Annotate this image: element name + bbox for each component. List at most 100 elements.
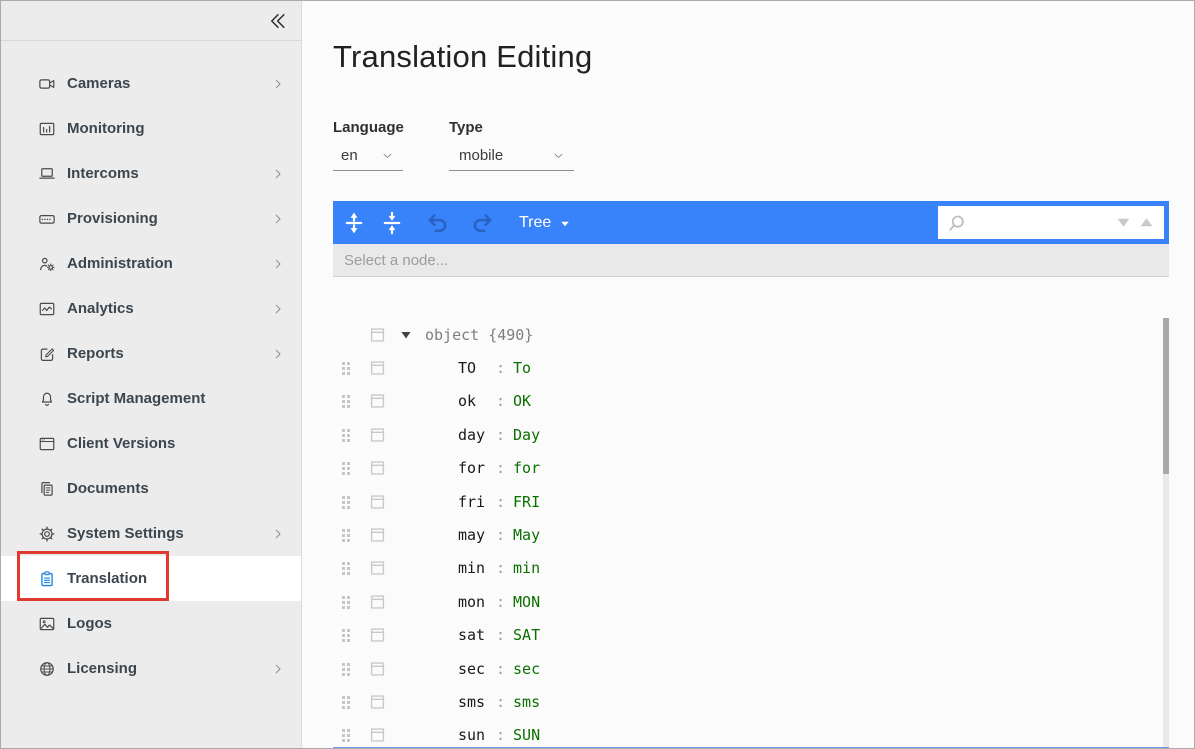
tree-key[interactable]: mon [458,593,494,611]
tree-row: may:May [333,518,1161,551]
context-menu-button[interactable] [370,628,385,643]
drag-handle-icon[interactable] [342,562,345,565]
laptop-icon [38,165,56,183]
chevron-right-icon [271,527,285,541]
sidebar-item-label: Translation [67,570,147,587]
tree-value[interactable]: sec [513,660,540,678]
tree-mode-dropdown[interactable]: Tree [519,201,571,244]
tree-key[interactable]: ok [458,392,494,410]
key-value-separator: : [496,660,505,678]
tree-value[interactable]: OK [513,392,531,410]
tree-key[interactable]: sat [458,626,494,644]
json-editor: Tree Select a node... [333,201,1169,277]
triangle-up-icon[interactable] [1138,214,1155,231]
tree-row: sun:SUN [333,719,1161,749]
context-menu-button[interactable] [370,494,385,509]
scrollbar-thumb[interactable] [1163,318,1169,474]
language-select[interactable]: en [333,141,403,171]
tree-value[interactable]: sms [513,693,540,711]
context-menu-button[interactable] [370,561,385,576]
sidebar-item-administration[interactable]: Administration [1,241,301,286]
tree-value[interactable]: SAT [513,626,540,644]
tree-key[interactable]: day [458,426,494,444]
context-menu-button[interactable] [370,427,385,442]
tree-value[interactable]: To [513,359,531,377]
triangle-down-icon[interactable] [1115,214,1132,231]
context-menu-button[interactable] [370,694,385,709]
sidebar-item-documents[interactable]: Documents [1,466,301,511]
chevron-right-icon [271,77,285,91]
sidebar-item-client-versions[interactable]: Client Versions [1,421,301,466]
context-menu-button[interactable] [370,594,385,609]
sidebar-item-script-management[interactable]: Script Management [1,376,301,421]
tree-value[interactable]: MON [513,593,540,611]
tree-key[interactable]: sec [458,660,494,678]
drag-handle-icon[interactable] [342,429,345,432]
tree-value[interactable]: for [513,459,540,477]
context-menu-button[interactable] [370,661,385,676]
sidebar-item-monitoring[interactable]: Monitoring [1,106,301,151]
tree-key[interactable]: fri [458,493,494,511]
key-value-separator: : [496,593,505,611]
tree-row: sec:sec [333,652,1161,685]
tree-key[interactable]: may [458,526,494,544]
redo-icon[interactable] [470,211,494,235]
tree-root-row: object{490} [333,318,1161,351]
drag-handle-icon[interactable] [342,663,345,666]
tree-key[interactable]: sun [458,726,494,744]
tree-value[interactable]: FRI [513,493,540,511]
context-menu-button[interactable] [370,528,385,543]
tree-key[interactable]: TO [458,359,494,377]
tree-key[interactable]: for [458,459,494,477]
scrollbar-track[interactable] [1163,318,1169,749]
sidebar-item-label: Client Versions [67,435,175,452]
tree-key[interactable]: min [458,559,494,577]
search-input[interactable] [966,210,1115,236]
collapse-triangle-icon[interactable] [400,329,412,341]
drag-handle-icon[interactable] [342,629,345,632]
monitoring-chart-icon [38,120,56,138]
sidebar-item-label: Analytics [67,300,134,317]
sidebar-item-translation[interactable]: Translation [1,556,301,601]
context-menu-button[interactable] [370,728,385,743]
context-menu-button[interactable] [370,394,385,409]
sidebar-item-cameras[interactable]: Cameras [1,61,301,106]
sidebar-item-reports[interactable]: Reports [1,331,301,376]
sidebar-item-licensing[interactable]: Licensing [1,646,301,691]
drag-handle-icon[interactable] [342,362,345,365]
drag-handle-icon[interactable] [342,696,345,699]
page-title: Translation Editing [333,39,592,75]
type-select[interactable]: mobile [449,141,574,171]
key-value-separator: : [496,693,505,711]
chevron-right-icon [271,212,285,226]
tree-value[interactable]: Day [513,426,540,444]
drag-handle-icon[interactable] [342,462,345,465]
expand-all-icon[interactable] [342,211,366,235]
tree-value[interactable]: min [513,559,540,577]
sidebar-item-provisioning[interactable]: Provisioning [1,196,301,241]
drag-handle-icon[interactable] [342,529,345,532]
search-box [938,206,1164,239]
sidebar-item-system-settings[interactable]: System Settings [1,511,301,556]
drag-handle-icon[interactable] [342,395,345,398]
drag-handle-icon[interactable] [342,729,345,732]
undo-icon[interactable] [426,211,450,235]
node-path-bar[interactable]: Select a node... [333,244,1169,277]
node-path-placeholder: Select a node... [344,252,448,269]
context-menu-button[interactable] [370,361,385,376]
context-menu-button[interactable] [370,327,385,342]
sidebar-item-intercoms[interactable]: Intercoms [1,151,301,196]
sidebar-item-logos[interactable]: Logos [1,601,301,646]
gear-icon [38,525,56,543]
drag-handle-icon[interactable] [342,596,345,599]
key-value-separator: : [496,626,505,644]
tree-key[interactable]: sms [458,693,494,711]
tree-value[interactable]: SUN [513,726,540,744]
context-menu-button[interactable] [370,461,385,476]
drag-handle-icon[interactable] [342,496,345,499]
collapse-double-chevron-icon[interactable] [268,11,288,31]
tree-value[interactable]: May [513,526,540,544]
sidebar-item-analytics[interactable]: Analytics [1,286,301,331]
collapse-all-icon[interactable] [380,211,404,235]
root-type: object [425,326,479,344]
